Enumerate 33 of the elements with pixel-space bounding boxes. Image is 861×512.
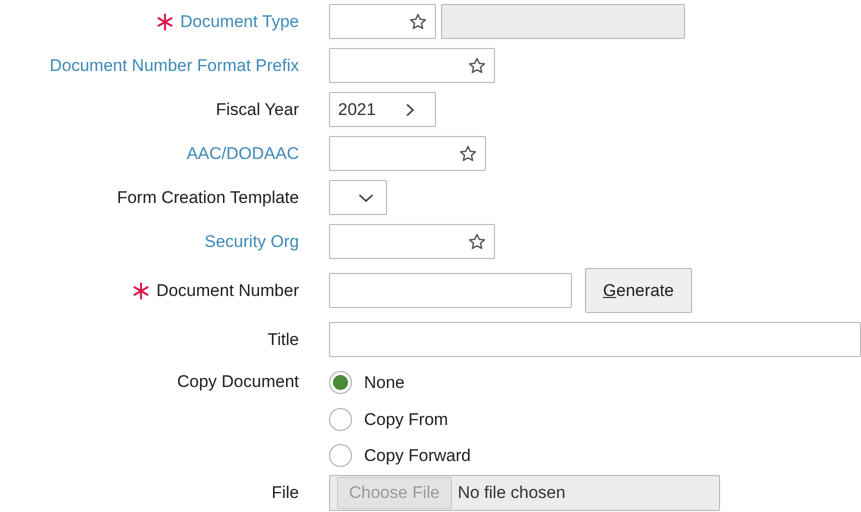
star-icon bbox=[459, 145, 477, 162]
star-icon bbox=[409, 13, 427, 30]
radio-button[interactable] bbox=[329, 408, 352, 431]
text-field[interactable] bbox=[329, 273, 572, 308]
title-field[interactable] bbox=[329, 322, 861, 357]
generate-button[interactable]: Generate bbox=[585, 268, 692, 313]
star-icon bbox=[468, 57, 486, 74]
file-status-text: No file chosen bbox=[458, 482, 566, 504]
field-label-link[interactable]: Document Type bbox=[180, 8, 299, 34]
chevron-down-icon bbox=[358, 192, 374, 202]
field-label-link[interactable]: Security Org bbox=[204, 228, 299, 254]
fiscal-year-field[interactable]: 2021 bbox=[329, 92, 436, 127]
radio-label: None bbox=[364, 372, 405, 394]
radio-button[interactable] bbox=[329, 371, 352, 394]
chevron-right-icon bbox=[405, 102, 415, 116]
field-label: Title bbox=[268, 328, 299, 351]
lookup-field[interactable] bbox=[329, 224, 495, 259]
radio-label: Copy Forward bbox=[364, 445, 471, 467]
dropdown-field[interactable] bbox=[329, 180, 387, 215]
field-label-link[interactable]: Document Number Format Prefix bbox=[50, 52, 299, 78]
lookup-field[interactable] bbox=[329, 48, 495, 83]
field-label: Copy Document bbox=[177, 371, 299, 393]
radio-button[interactable] bbox=[329, 444, 352, 468]
lookup-field[interactable] bbox=[329, 4, 436, 39]
star-icon bbox=[468, 233, 486, 250]
field-label: Document Number bbox=[156, 280, 299, 302]
field-label-link[interactable]: AAC/DODAAC bbox=[186, 140, 299, 166]
lookup-field[interactable] bbox=[329, 136, 486, 171]
field-value: 2021 bbox=[338, 98, 377, 121]
radio-label: Copy From bbox=[364, 408, 448, 430]
field-label: Fiscal Year bbox=[216, 98, 299, 121]
field-label: File bbox=[272, 482, 299, 504]
field-label: Form Creation Template bbox=[116, 186, 299, 209]
